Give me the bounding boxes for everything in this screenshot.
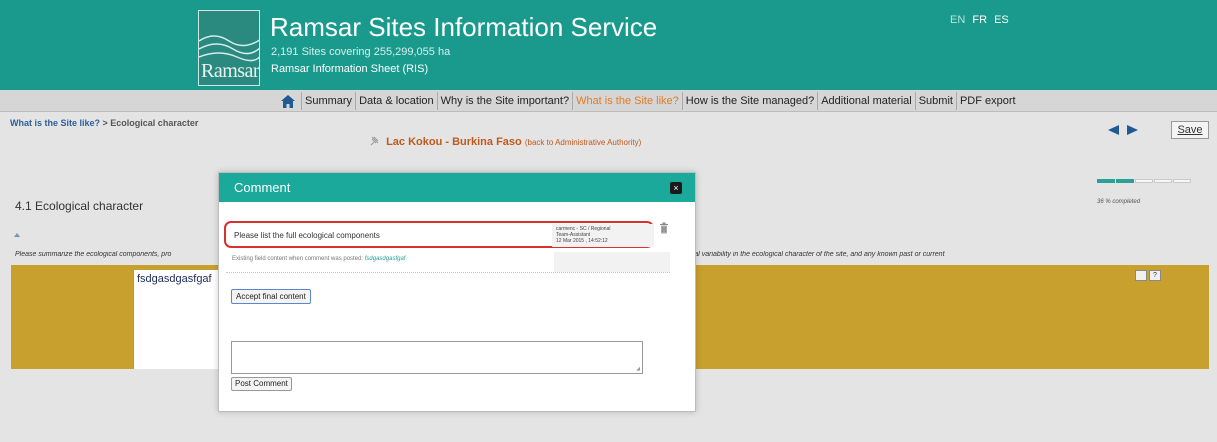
breadcrumb-separator: > bbox=[100, 118, 111, 128]
close-icon[interactable]: × bbox=[670, 182, 682, 194]
comment-meta: carmenc - SC / Regional Team-Assistant 1… bbox=[552, 224, 654, 247]
site-stats: 2,191 Sites covering 255,299,055 ha bbox=[271, 46, 451, 58]
breadcrumb: What is the Site like? > Ecological char… bbox=[10, 118, 198, 128]
nav-submit[interactable]: Submit bbox=[914, 92, 956, 110]
nav-how-managed[interactable]: How is the Site managed? bbox=[681, 92, 817, 110]
comment-item: Please list the full ecological componen… bbox=[224, 221, 654, 248]
language-switcher: EN FR ES bbox=[950, 14, 1013, 26]
trash-icon[interactable] bbox=[659, 221, 669, 239]
ramsar-logo[interactable]: Ramsar bbox=[198, 10, 260, 86]
progress-segment bbox=[1116, 179, 1134, 183]
existing-value: fsdgasdgasfgaf bbox=[364, 256, 406, 262]
site-subtitle: Ramsar Information Sheet (RIS) bbox=[271, 63, 429, 75]
logo-text: Ramsar bbox=[201, 60, 260, 82]
main-nav: Summary Data & location Why is the Site … bbox=[0, 90, 1217, 112]
lang-en[interactable]: EN bbox=[950, 14, 965, 26]
accept-final-content-button[interactable]: Accept final content bbox=[231, 289, 311, 304]
existing-content: Existing field content when comment was … bbox=[226, 252, 670, 273]
nav-data-location[interactable]: Data & location bbox=[355, 92, 437, 110]
breadcrumb-current: Ecological character bbox=[110, 118, 199, 128]
nav-additional-material[interactable]: Additional material bbox=[817, 92, 915, 110]
previous-arrow-icon[interactable] bbox=[1108, 125, 1119, 135]
new-comment-textarea[interactable]: ◢ bbox=[231, 341, 643, 374]
save-button[interactable]: Save bbox=[1171, 121, 1209, 139]
progress-segment bbox=[1097, 179, 1115, 183]
resize-handle-icon[interactable]: ◢ bbox=[636, 366, 640, 372]
progress-segment bbox=[1135, 179, 1153, 183]
breadcrumb-link[interactable]: What is the Site like? bbox=[10, 118, 100, 128]
progress-segment bbox=[1173, 179, 1191, 183]
progress-text: 36 % completed bbox=[1097, 199, 1141, 205]
progress-bar bbox=[1097, 179, 1191, 183]
progress-segment bbox=[1154, 179, 1172, 183]
expand-icon[interactable] bbox=[1135, 270, 1147, 281]
pin-icon bbox=[370, 136, 379, 146]
lang-fr[interactable]: FR bbox=[972, 14, 987, 26]
instruction-right: ral variability in the ecological charac… bbox=[692, 251, 945, 258]
nav-what-is-site-like[interactable]: What is the Site like? bbox=[572, 92, 682, 110]
back-to-authority-link[interactable]: (back to Administrative Authority) bbox=[525, 138, 642, 147]
post-comment-button[interactable]: Post Comment bbox=[231, 377, 292, 391]
page-arrows bbox=[1108, 125, 1138, 135]
instruction-left: Please summarize the ecological componen… bbox=[15, 251, 172, 258]
existing-meta bbox=[554, 252, 670, 272]
comment-text: Please list the full ecological componen… bbox=[234, 231, 380, 240]
nav-why-important[interactable]: Why is the Site important? bbox=[436, 92, 572, 110]
home-icon[interactable] bbox=[279, 92, 297, 110]
comment-date: 12 Mar 2015 , 14:52:12 bbox=[556, 238, 608, 244]
existing-label: Existing field content when comment was … bbox=[232, 256, 364, 262]
collapse-icon[interactable] bbox=[14, 233, 20, 237]
help-icon[interactable]: ? bbox=[1149, 270, 1161, 281]
lang-es[interactable]: ES bbox=[994, 14, 1009, 26]
comment-dialog: Comment × Please list the full ecologica… bbox=[218, 172, 696, 412]
site-header: Ramsar Ramsar Sites Information Service … bbox=[0, 0, 1217, 90]
site-title[interactable]: Ramsar Sites Information Service bbox=[270, 12, 657, 43]
dialog-header: Comment × bbox=[219, 173, 695, 202]
dialog-title: Comment bbox=[234, 180, 291, 195]
nav-pdf-export[interactable]: PDF export bbox=[955, 92, 1019, 110]
next-arrow-icon[interactable] bbox=[1127, 125, 1138, 135]
site-name-line: Lac Kokou - Burkina Faso (back to Admini… bbox=[370, 136, 641, 148]
nav-summary[interactable]: Summary bbox=[301, 92, 355, 110]
field-tools: ? bbox=[1135, 270, 1161, 281]
section-title: 4.1 Ecological character bbox=[15, 199, 144, 213]
site-name: Lac Kokou - Burkina Faso bbox=[386, 136, 522, 148]
